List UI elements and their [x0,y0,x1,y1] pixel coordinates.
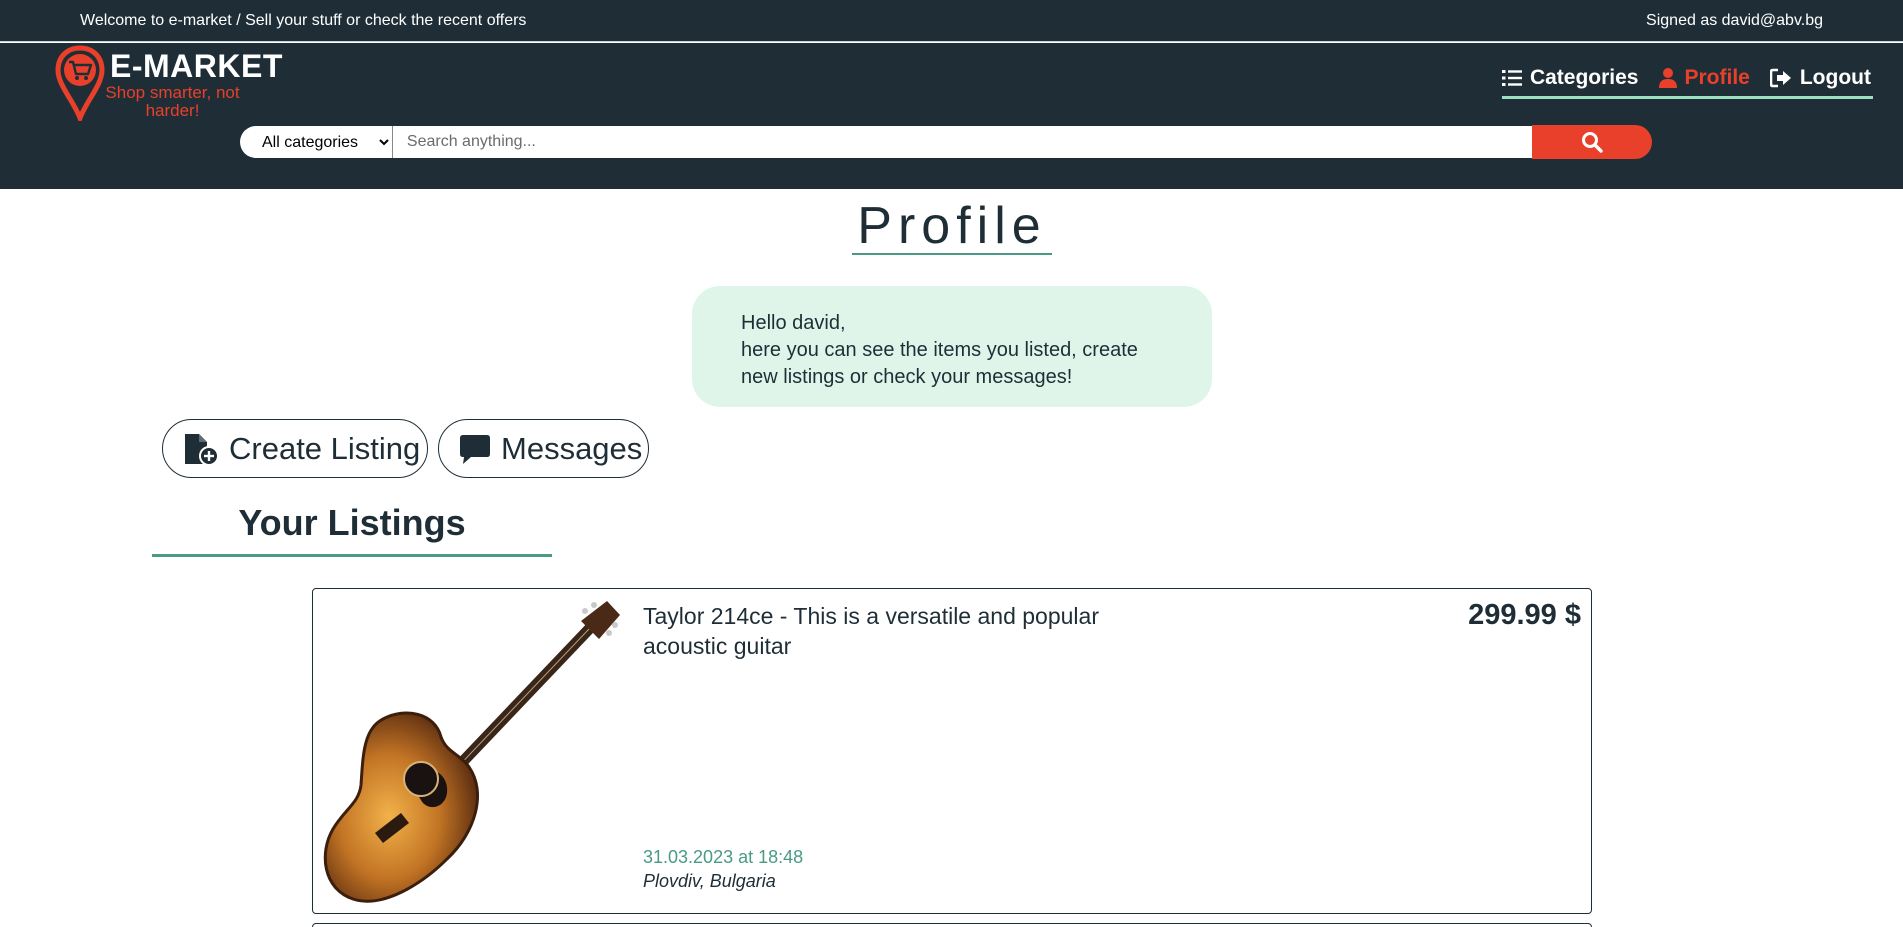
nav-profile-label: Profile [1684,65,1750,89]
nav-categories[interactable]: Categories [1501,65,1639,90]
search-icon [1582,132,1603,153]
brand-name: E-MARKET [110,48,283,84]
listing-price: 299.99 $ [1468,599,1581,631]
nav-categories-label: Categories [1529,65,1639,89]
create-listing-label: Create Listing [229,430,421,466]
welcome-text: Welcome to e-market / Sell your stuff or… [80,12,527,29]
listing-location: Plovdiv, Bulgaria [643,871,776,891]
main-nav: Categories Profile Logout [1501,63,1873,99]
logo[interactable]: E-MARKET Shop smarter, not harder! [55,45,285,125]
map-pin-cart-icon [55,45,105,121]
listing-card[interactable]: Taylor 214ce - This is a versatile and p… [312,588,1592,914]
messages-label: Messages [501,430,643,466]
listing-date: 31.03.2023 at 18:48 [643,847,804,867]
messages-button[interactable]: Messages [438,419,649,478]
search-input[interactable] [392,126,1533,158]
chat-bubble-icon [460,434,490,464]
guitar-image [323,601,620,903]
nav-logout[interactable]: Logout [1769,65,1871,90]
listing-title[interactable]: Taylor 214ce - This is a versatile and p… [643,601,1113,661]
search-bar: All categories [240,125,1652,159]
top-strip: Welcome to e-market / Sell your stuff or… [0,0,1903,42]
title-underline [852,253,1052,255]
nav-profile[interactable]: Profile [1658,65,1750,90]
nav-logout-label: Logout [1799,65,1871,89]
user-icon [1658,67,1677,88]
category-select[interactable]: All categories [240,126,393,158]
brand-tagline: Shop smarter, not harder! [105,83,240,120]
greeting-line-2: here you can see the items you listed, c… [741,339,1138,388]
your-listings-heading: Your Listings [238,502,466,543]
section-underline [152,554,552,557]
greeting-line-1: Hello david, [741,312,846,334]
signed-in-text: Signed as david@abv.bg [1646,12,1823,29]
search-button[interactable] [1532,125,1652,159]
main-header: E-MARKET Shop smarter, not harder! Categ… [0,43,1903,189]
page-title: Profile [857,197,1047,255]
greeting-box: Hello david, here you can see the items … [692,286,1212,407]
create-listing-button[interactable]: Create Listing [162,419,428,478]
list-icon [1501,69,1522,86]
file-plus-icon [185,433,219,466]
logout-icon [1769,68,1791,87]
listing-card-next[interactable] [312,923,1592,927]
